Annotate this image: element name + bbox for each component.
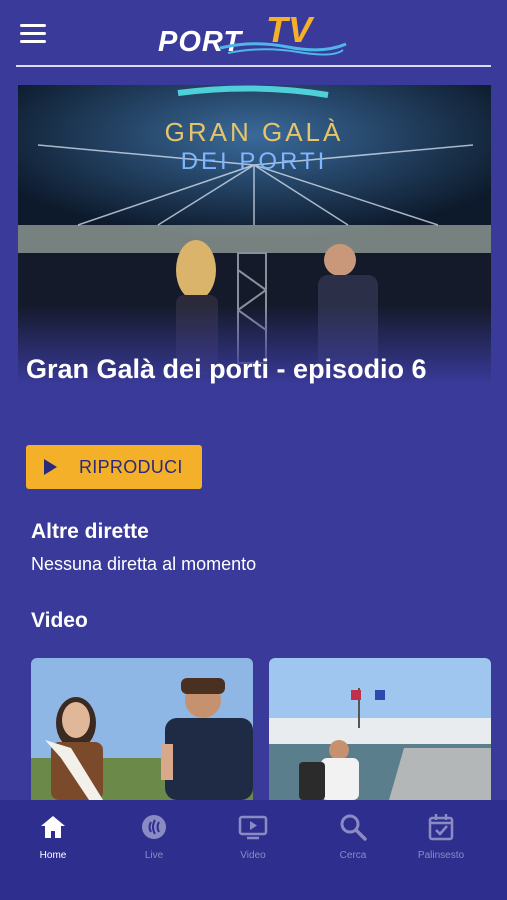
live-signal-icon	[142, 815, 166, 839]
tab-cerca-label: Cerca	[339, 850, 367, 861]
logo-wave-icon	[219, 42, 347, 56]
video-thumbnail-2[interactable]	[269, 658, 491, 800]
hamburger-menu-icon[interactable]	[20, 24, 46, 46]
home-icon	[41, 816, 65, 838]
video-carousel[interactable]	[31, 658, 491, 800]
play-button-label: RIPRODUCI	[79, 456, 183, 477]
app-header: PORT TV	[0, 0, 507, 67]
hero-image[interactable]: GRAN GALÀ DEI PORTI	[18, 85, 491, 385]
tab-live-label: Live	[144, 850, 164, 861]
bottom-tab-bar: Home Live Video Cerca Palinsesto	[0, 800, 507, 900]
live-section-title: Altre dirette	[31, 520, 149, 543]
hero-image-text-2: DEI PORTI	[181, 148, 328, 175]
play-icon	[44, 459, 57, 475]
tab-video-label: Video	[240, 850, 266, 861]
play-button[interactable]: RIPRODUCI	[26, 445, 202, 489]
tab-video[interactable]: Video	[208, 812, 298, 861]
tab-home-label: Home	[39, 850, 67, 861]
tab-home[interactable]: Home	[8, 812, 98, 861]
tab-palinsesto-label: Palinsesto	[417, 850, 465, 861]
hero-title: Gran Galà dei porti - episodio 6	[26, 354, 427, 384]
video-section-title: Video	[31, 609, 88, 632]
video-thumbnail-1[interactable]	[31, 658, 253, 800]
search-icon	[340, 814, 367, 841]
live-empty-text: Nessuna diretta al momento	[31, 554, 257, 574]
header-divider	[16, 65, 491, 67]
calendar-check-icon	[428, 814, 454, 841]
hero-image-text-1: GRAN GALÀ	[165, 117, 344, 147]
tab-palinsesto[interactable]: Palinsesto	[396, 812, 486, 861]
tv-play-icon	[238, 815, 268, 840]
tab-live[interactable]: Live	[109, 812, 199, 861]
tab-cerca[interactable]: Cerca	[308, 812, 398, 861]
porttv-logo[interactable]: PORT TV	[158, 8, 348, 58]
